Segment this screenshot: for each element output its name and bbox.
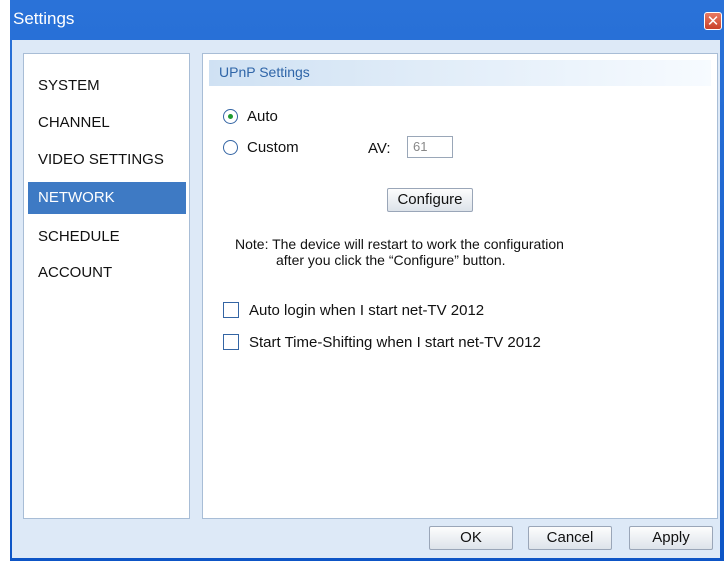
auto-radio[interactable]: Auto: [223, 105, 278, 127]
time-shifting-option[interactable]: Start Time-Shifting when I start net-TV …: [223, 331, 541, 353]
window-title: Settings: [13, 9, 75, 28]
sidebar-item-account[interactable]: ACCOUNT: [28, 257, 186, 289]
checkbox-unchecked-icon[interactable]: [223, 334, 239, 350]
dialog-body: SYSTEM CHANNEL VIDEO SETTINGS NETWORK SC…: [12, 40, 720, 558]
sidebar-item-network[interactable]: NETWORK: [28, 182, 186, 214]
note-line-1: Note: The device will restart to work th…: [235, 236, 564, 252]
ok-button[interactable]: OK: [429, 526, 513, 550]
sidebar-item-system[interactable]: SYSTEM: [28, 70, 186, 102]
section-header: UPnP Settings: [209, 60, 711, 86]
sidebar-item-channel[interactable]: CHANNEL: [28, 107, 186, 139]
apply-button[interactable]: Apply: [629, 526, 713, 550]
radio-unselected-icon[interactable]: [223, 139, 238, 155]
custom-label: Custom: [247, 138, 299, 156]
radio-selected-icon[interactable]: [223, 108, 238, 124]
auto-label: Auto: [247, 107, 278, 125]
settings-panel: UPnP Settings Auto Custom AV: 61 Configu…: [202, 53, 718, 519]
cancel-button[interactable]: Cancel: [528, 526, 612, 550]
title-bar[interactable]: Settings ✕: [10, 0, 724, 40]
checkbox-unchecked-icon[interactable]: [223, 302, 239, 318]
note-text: Note: The device will restart to work th…: [235, 236, 564, 268]
auto-login-option[interactable]: Auto login when I start net-TV 2012: [223, 299, 484, 321]
sidebar: SYSTEM CHANNEL VIDEO SETTINGS NETWORK SC…: [23, 53, 190, 519]
sidebar-item-video-settings[interactable]: VIDEO SETTINGS: [28, 144, 186, 176]
auto-login-label: Auto login when I start net-TV 2012: [249, 301, 485, 319]
av-label: AV:: [368, 140, 391, 157]
av-input[interactable]: 61: [407, 136, 453, 158]
sidebar-item-schedule[interactable]: SCHEDULE: [28, 221, 186, 253]
section-title: UPnP Settings: [219, 64, 310, 80]
close-icon[interactable]: ✕: [704, 12, 722, 30]
custom-radio[interactable]: Custom: [223, 136, 299, 158]
note-line-2: after you click the “Configure” button.: [276, 252, 506, 268]
time-shifting-label: Start Time-Shifting when I start net-TV …: [249, 333, 541, 351]
configure-button[interactable]: Configure: [387, 188, 473, 212]
settings-window: Settings ✕ SYSTEM CHANNEL VIDEO SETTINGS…: [10, 0, 724, 561]
